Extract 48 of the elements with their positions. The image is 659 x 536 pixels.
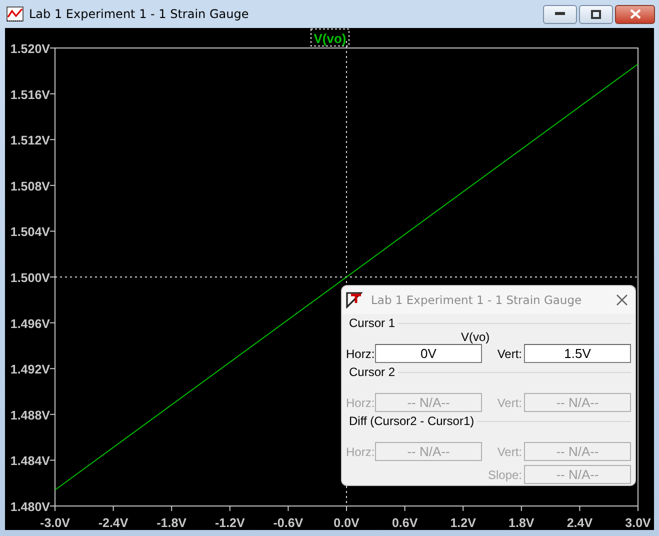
section-heading: Cursor 1 xyxy=(349,316,396,330)
y-tick-label: 1.492V xyxy=(10,362,50,377)
x-tick-label: 2.4V xyxy=(566,516,593,530)
field-label: Horz: xyxy=(346,346,373,360)
y-tick-label: 1.488V xyxy=(10,408,50,422)
field-label: Horz: xyxy=(346,444,373,458)
window-title: Lab 1 Experiment 1 - 1 Strain Gauge xyxy=(29,7,249,21)
cursor-line[interactable] xyxy=(54,276,638,278)
x-tick-label: -3.0V xyxy=(40,516,70,530)
section-heading: Cursor 2 xyxy=(349,365,396,379)
maximize-button[interactable] xyxy=(579,4,613,24)
value-field[interactable]: 0V xyxy=(375,344,482,363)
y-tick-label: 1.480V xyxy=(10,500,50,514)
x-tick-label: -1.8V xyxy=(156,516,187,530)
y-tick-label: 1.512V xyxy=(10,134,50,148)
field-label: Vert: xyxy=(496,444,522,458)
field-label: Slope: xyxy=(486,468,522,482)
close-icon xyxy=(616,294,628,306)
trace-name: V(vo) xyxy=(461,330,490,344)
y-tick-label: 1.520V xyxy=(10,42,50,56)
x-tick-label: -2.4V xyxy=(98,516,128,530)
value-field[interactable]: 1.5V xyxy=(524,344,631,363)
maximize-icon xyxy=(591,10,601,18)
field-label: Vert: xyxy=(496,346,522,360)
x-tick-label: -0.6V xyxy=(273,516,304,530)
y-tick-label: 1.508V xyxy=(10,179,50,194)
minimize-button[interactable] xyxy=(543,4,577,24)
close-button[interactable] xyxy=(615,293,629,307)
field-label: Vert: xyxy=(496,396,522,410)
field-label: Horz: xyxy=(346,396,373,410)
dialog-title: Lab 1 Experiment 1 - 1 Strain Gauge xyxy=(371,293,582,307)
close-button[interactable] xyxy=(615,4,655,24)
waveform-icon xyxy=(6,6,24,22)
logo-icon xyxy=(345,291,365,309)
y-tick-label: 1.504V xyxy=(10,225,50,240)
y-tick-label: 1.500V xyxy=(10,271,50,285)
x-tick-label: 0.0V xyxy=(334,516,360,530)
close-icon xyxy=(630,9,640,19)
y-tick-label: 1.516V xyxy=(10,88,50,102)
x-tick-label: 1.8V xyxy=(508,516,534,530)
x-tick-label: 3.0V xyxy=(625,516,651,530)
section-heading: Diff (Cursor2 - Cursor1) xyxy=(349,414,474,428)
minimize-icon xyxy=(555,12,565,16)
x-tick-label: 1.2V xyxy=(450,516,476,530)
x-tick-label: 0.6V xyxy=(392,516,418,530)
y-tick-label: 1.496V xyxy=(10,316,50,331)
y-tick-label: 1.484V xyxy=(10,454,50,468)
x-tick-label: -1.2V xyxy=(214,516,245,530)
